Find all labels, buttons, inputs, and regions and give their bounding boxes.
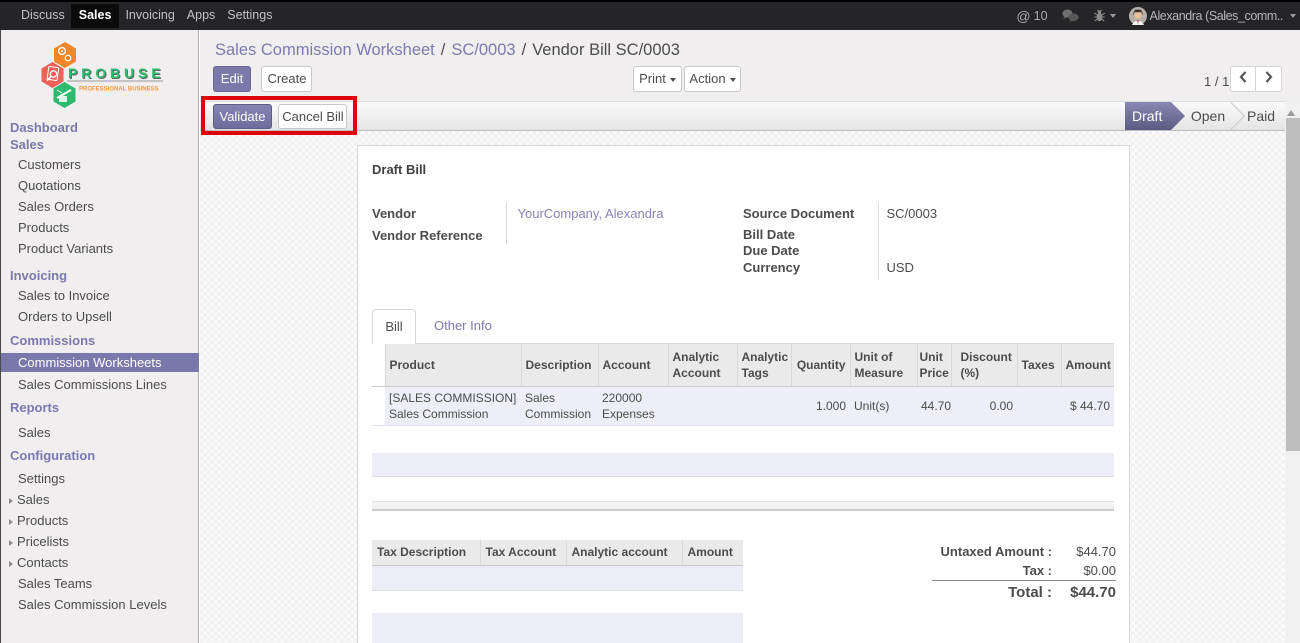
svg-text:PROFESSIONAL BUSINESS: PROFESSIONAL BUSINESS xyxy=(79,87,159,93)
svg-text:PROBUSE: PROBUSE xyxy=(68,65,165,81)
